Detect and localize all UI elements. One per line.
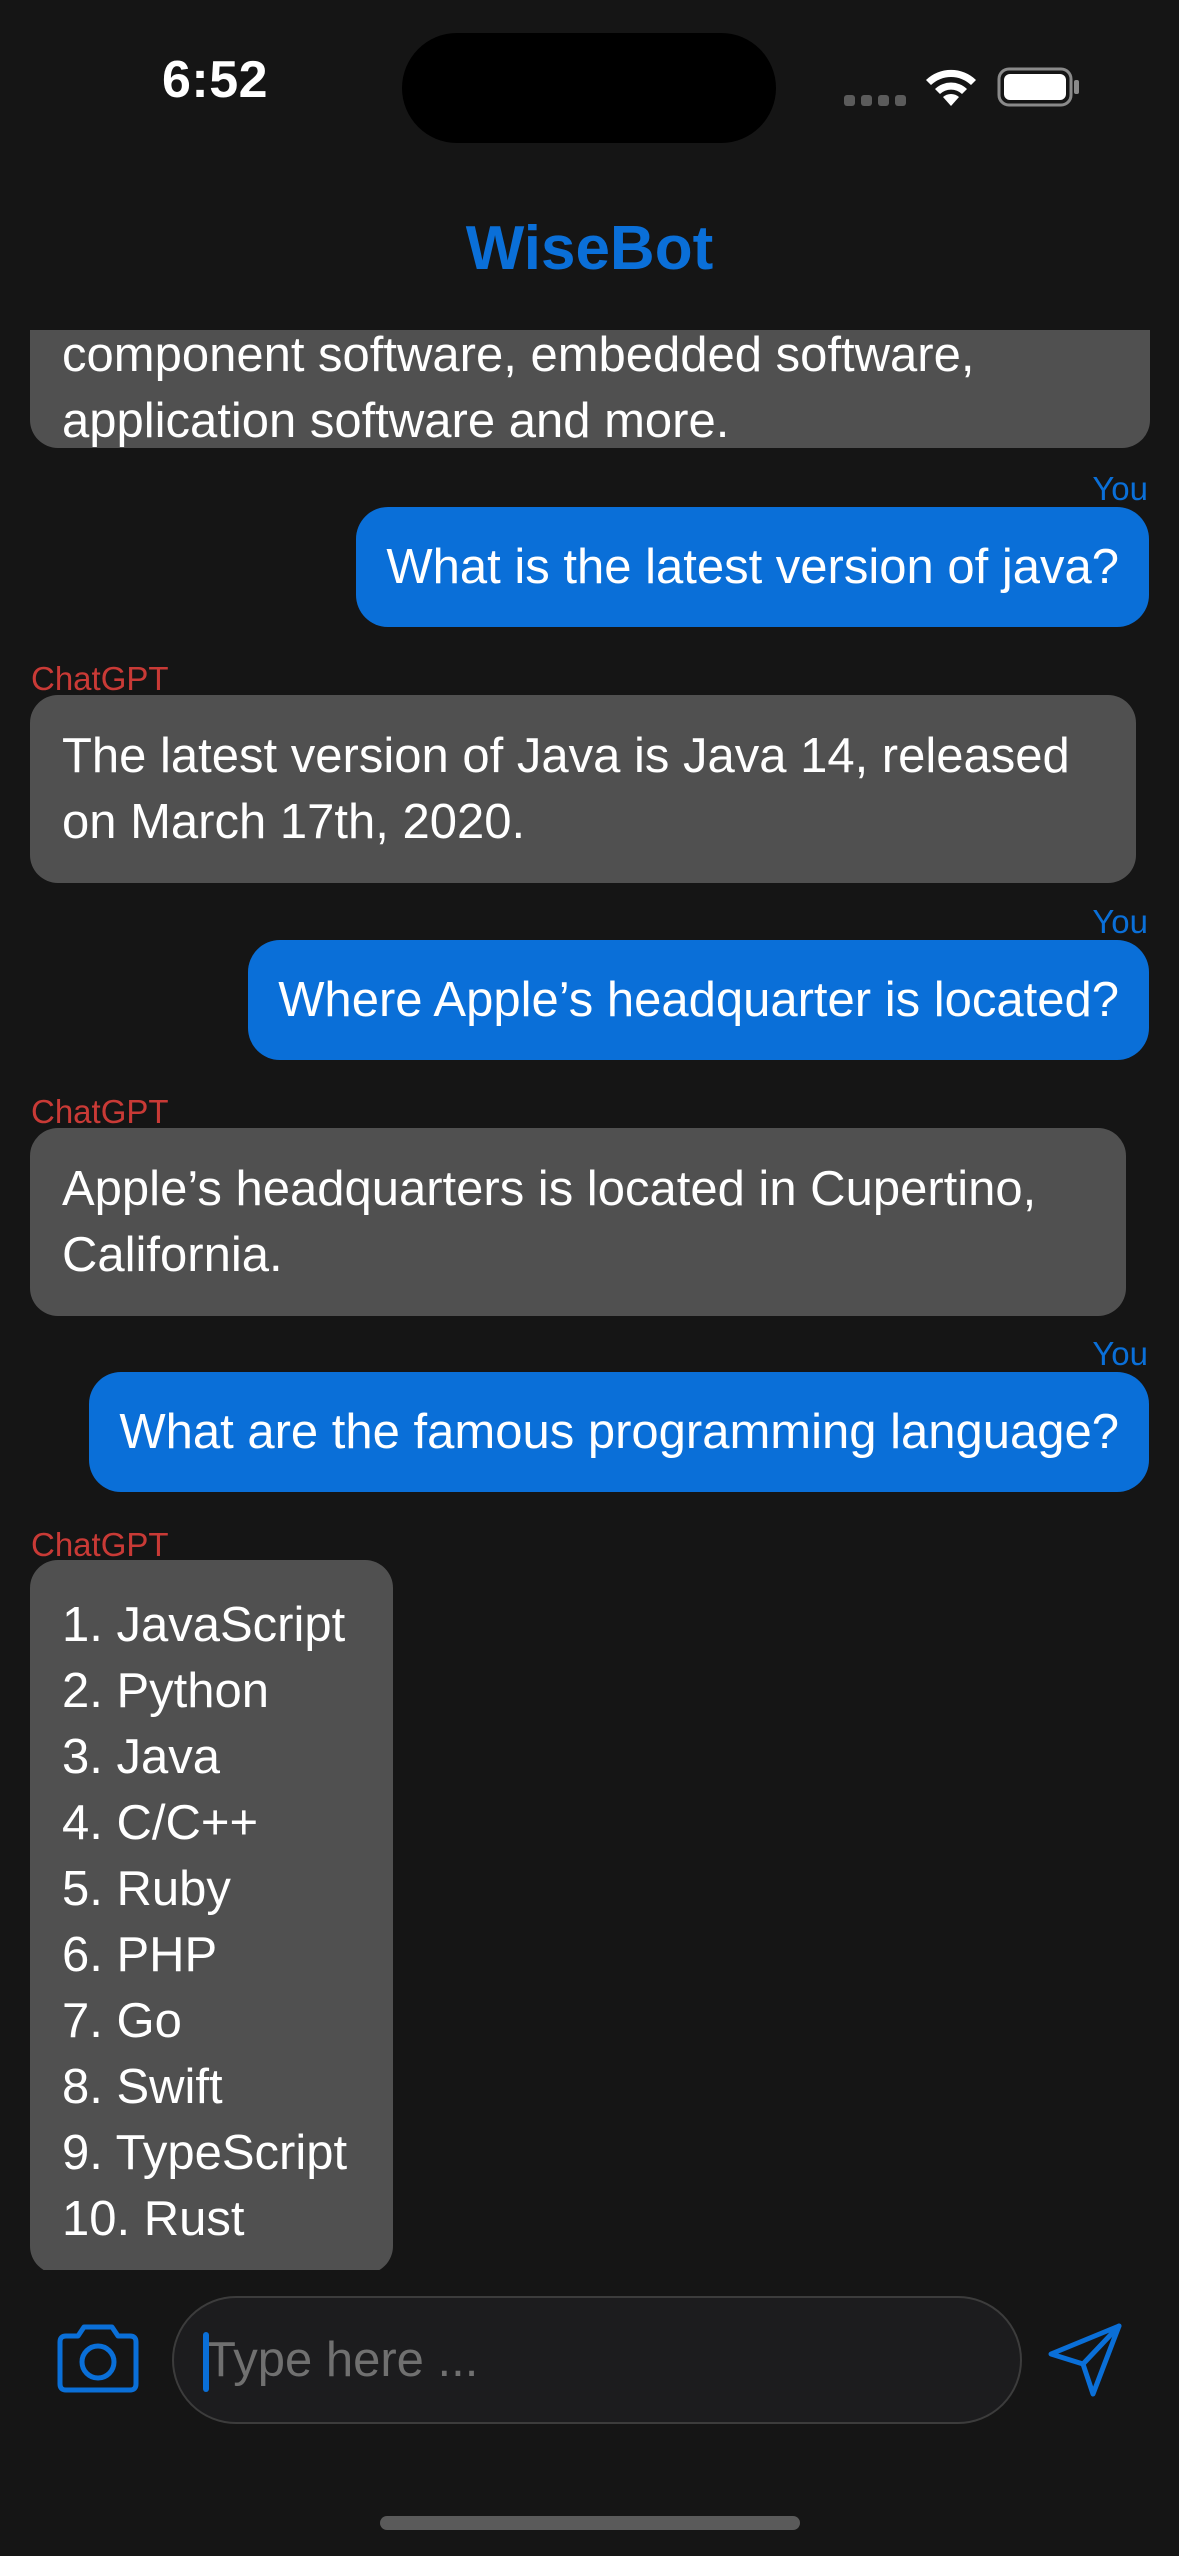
- send-button[interactable]: [1045, 2320, 1125, 2400]
- dynamic-island: [402, 33, 776, 143]
- user-message-bubble: Where Apple’s headquarter is located?: [248, 940, 1149, 1060]
- bot-sender-label: ChatGPT: [31, 1526, 169, 1563]
- bot-message-bubble: component software, embedded software, a…: [30, 330, 1150, 448]
- user-message-bubble: What is the latest version of java?: [356, 507, 1149, 627]
- paper-plane-icon: [1048, 2323, 1122, 2397]
- status-bar: 6:52: [0, 0, 1179, 175]
- bot-sender-label: ChatGPT: [31, 1093, 169, 1130]
- user-sender-label: You: [1092, 470, 1148, 507]
- camera-icon[interactable]: [52, 2322, 144, 2394]
- message-input[interactable]: [172, 2296, 1022, 2424]
- bot-message-bubble: 1. JavaScript 2. Python 3. Java 4. C/C++…: [30, 1560, 393, 2270]
- cellular-signal-icon: [844, 95, 906, 106]
- user-sender-label: You: [1092, 903, 1148, 940]
- chat-conversation[interactable]: component software, embedded software, a…: [0, 330, 1179, 2270]
- wifi-icon: [926, 69, 976, 106]
- page-title: WiseBot: [465, 214, 714, 283]
- text-caret: [203, 2332, 209, 2392]
- user-sender-label: You: [1092, 1335, 1148, 1372]
- user-message-bubble: What are the famous programming language…: [89, 1372, 1149, 1492]
- battery-icon: [997, 67, 1079, 107]
- bot-sender-label: ChatGPT: [31, 660, 169, 697]
- bot-message-bubble: Apple’s headquarters is located in Cuper…: [30, 1128, 1126, 1316]
- bot-message-bubble: The latest version of Java is Java 14, r…: [30, 695, 1136, 883]
- composer-bar: [0, 2270, 1179, 2556]
- status-time: 6:52: [161, 51, 269, 109]
- home-indicator: [380, 2516, 800, 2530]
- nav-header: WiseBot: [0, 175, 1179, 330]
